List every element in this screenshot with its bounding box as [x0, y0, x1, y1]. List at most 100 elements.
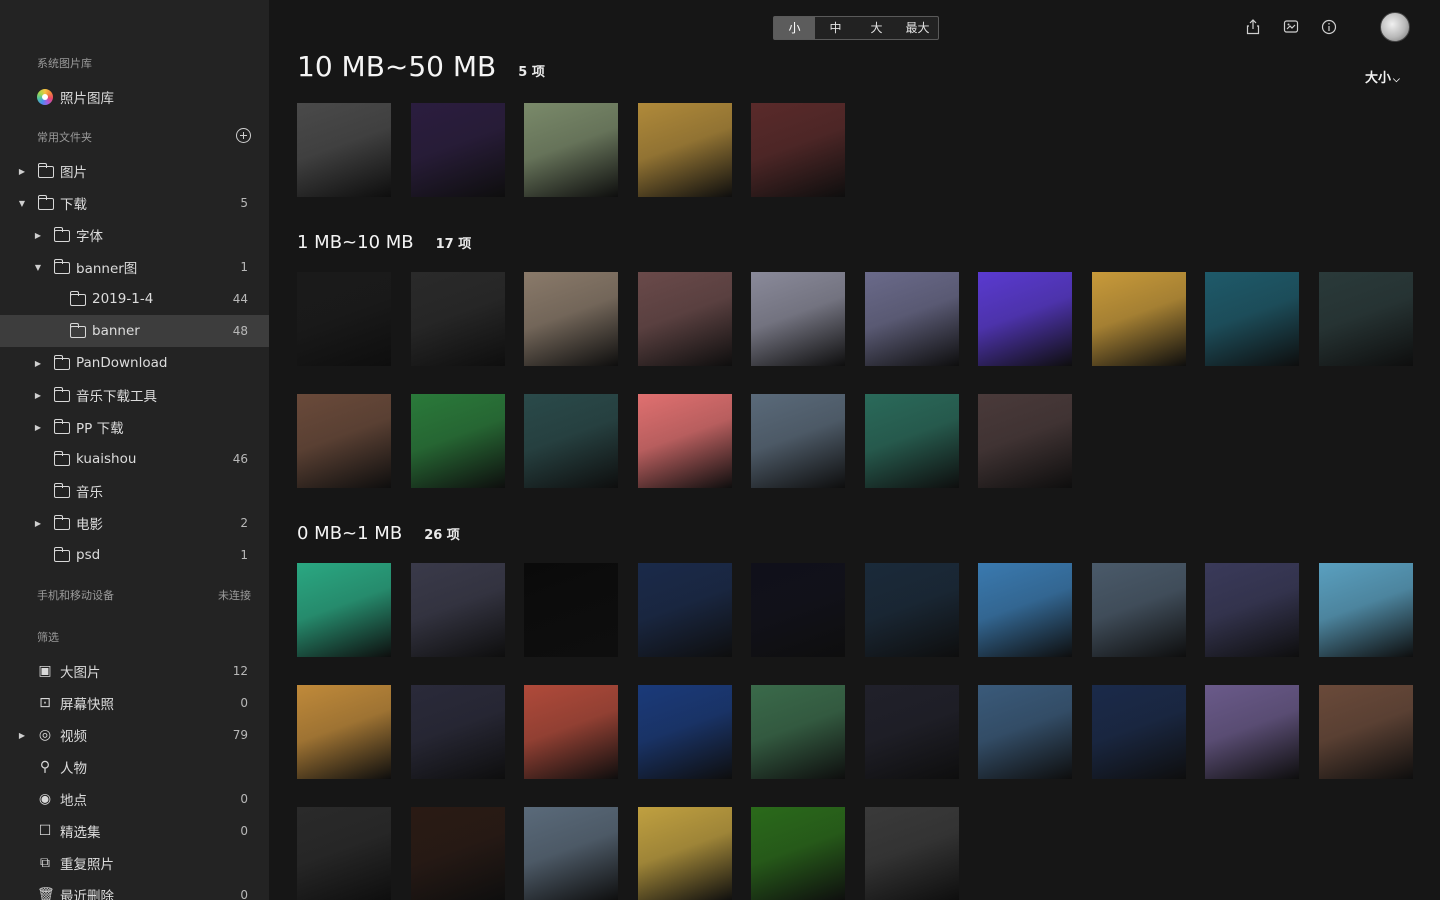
filter-label: 视频: [60, 729, 87, 745]
photo-thumbnail[interactable]: [978, 272, 1072, 366]
photo-thumbnail[interactable]: [751, 563, 845, 657]
folder-item[interactable]: psd 1: [0, 539, 269, 571]
photo-thumbnail[interactable]: [638, 103, 732, 197]
folder-icon: [53, 547, 70, 562]
photo-thumbnail[interactable]: [1092, 685, 1186, 779]
photo-thumbnail[interactable]: [638, 272, 732, 366]
filter-item[interactable]: ⊡ 屏幕快照 0: [0, 687, 269, 719]
disclosure-open-icon[interactable]: ▼: [33, 263, 43, 272]
user-avatar[interactable]: [1380, 12, 1410, 42]
folder-item[interactable]: 2019-1-4 44: [0, 283, 269, 315]
folder-item[interactable]: ▼ 下载 5: [0, 187, 269, 219]
size-option[interactable]: 小: [774, 17, 815, 39]
filter-item[interactable]: ▶ ◎ 视频 79: [0, 719, 269, 751]
photo-thumbnail[interactable]: [524, 685, 618, 779]
size-option[interactable]: 最大: [897, 17, 938, 39]
photo-thumbnail[interactable]: [1205, 685, 1299, 779]
add-folder-icon[interactable]: [236, 128, 251, 143]
filter-label: 人物: [60, 761, 87, 777]
photo-thumbnail[interactable]: [751, 394, 845, 488]
disclosure-closed-icon[interactable]: ▶: [33, 359, 43, 368]
filter-item[interactable]: ☐ 精选集 0: [0, 815, 269, 847]
slideshow-icon[interactable]: [1282, 19, 1300, 37]
photo-thumbnail[interactable]: [524, 272, 618, 366]
photo-thumbnail[interactable]: [865, 807, 959, 900]
sidebar-item-photo-library[interactable]: 照片图库: [0, 81, 269, 113]
chevron-down-icon: ⌵: [1393, 75, 1400, 85]
photo-thumbnail[interactable]: [411, 807, 505, 900]
photo-thumbnail[interactable]: [1205, 563, 1299, 657]
photo-thumbnail[interactable]: [524, 103, 618, 197]
photo-thumbnail[interactable]: [1205, 272, 1299, 366]
photo-thumbnail[interactable]: [638, 685, 732, 779]
disclosure-closed-icon[interactable]: ▶: [33, 231, 43, 240]
photo-thumbnail[interactable]: [411, 563, 505, 657]
group-count: 5 项: [518, 65, 545, 80]
photo-thumbnail[interactable]: [751, 807, 845, 900]
photo-thumbnail[interactable]: [1319, 563, 1413, 657]
size-option[interactable]: 大: [856, 17, 897, 39]
photo-thumbnail[interactable]: [524, 394, 618, 488]
folder-label: 音乐下载工具: [76, 389, 157, 405]
folder-item[interactable]: 音乐: [0, 475, 269, 507]
photo-thumbnail[interactable]: [297, 685, 391, 779]
photo-thumbnail[interactable]: [297, 563, 391, 657]
disclosure-closed-icon[interactable]: ▶: [33, 519, 43, 528]
disclosure-closed-icon[interactable]: ▶: [17, 731, 27, 740]
disclosure-closed-icon[interactable]: ▶: [17, 167, 27, 176]
photo-thumbnail[interactable]: [865, 563, 959, 657]
folder-item[interactable]: ▶ 图片: [0, 155, 269, 187]
filter-label: 最近删除: [60, 889, 114, 900]
folder-item[interactable]: ▼ banner图 1: [0, 251, 269, 283]
size-option[interactable]: 中: [815, 17, 856, 39]
disclosure-open-icon[interactable]: ▼: [17, 199, 27, 208]
filter-header: 筛选: [37, 631, 59, 644]
disclosure-closed-icon[interactable]: ▶: [33, 423, 43, 432]
photo-thumbnail[interactable]: [1092, 272, 1186, 366]
photo-thumbnail[interactable]: [638, 394, 732, 488]
photo-thumbnail[interactable]: [1319, 685, 1413, 779]
photo-thumbnail[interactable]: [638, 807, 732, 900]
photo-thumbnail[interactable]: [1319, 272, 1413, 366]
photo-thumbnail[interactable]: [978, 394, 1072, 488]
photo-thumbnail[interactable]: [978, 563, 1072, 657]
disclosure-closed-icon[interactable]: ▶: [33, 391, 43, 400]
photo-thumbnail[interactable]: [411, 272, 505, 366]
photo-thumbnail[interactable]: [1092, 563, 1186, 657]
filter-item[interactable]: ◉ 地点 0: [0, 783, 269, 815]
folder-item[interactable]: ▶ PP 下载: [0, 411, 269, 443]
photo-thumbnail[interactable]: [524, 807, 618, 900]
filter-item[interactable]: ⧉ 重复照片: [0, 847, 269, 879]
photo-thumbnail[interactable]: [297, 394, 391, 488]
folder-item[interactable]: ▶ 音乐下载工具: [0, 379, 269, 411]
photo-thumbnail[interactable]: [411, 103, 505, 197]
folder-count: 1: [240, 260, 248, 274]
info-icon[interactable]: [1320, 19, 1338, 37]
photo-thumbnail[interactable]: [638, 563, 732, 657]
photo-thumbnail[interactable]: [751, 685, 845, 779]
filter-item[interactable]: ▣ 大图片 12: [0, 655, 269, 687]
photo-thumbnail[interactable]: [978, 685, 1072, 779]
photo-thumbnail[interactable]: [865, 394, 959, 488]
photo-thumbnail[interactable]: [411, 394, 505, 488]
folder-item[interactable]: ▶ 字体: [0, 219, 269, 251]
photo-thumbnail[interactable]: [297, 272, 391, 366]
photo-thumbnail[interactable]: [751, 103, 845, 197]
folder-label: 音乐: [76, 485, 103, 501]
filter-item[interactable]: ⚲ 人物: [0, 751, 269, 783]
filter-item[interactable]: 🗑 最近删除 0: [0, 879, 269, 900]
photo-thumbnail[interactable]: [865, 272, 959, 366]
photo-thumbnail[interactable]: [411, 685, 505, 779]
sort-dropdown[interactable]: 大小 ⌵: [1365, 67, 1400, 86]
photo-thumbnail[interactable]: [297, 807, 391, 900]
folder-item[interactable]: kuaishou 46: [0, 443, 269, 475]
group-count: 26 项: [424, 528, 460, 543]
folder-item[interactable]: ▶ PanDownload: [0, 347, 269, 379]
photo-thumbnail[interactable]: [865, 685, 959, 779]
photo-thumbnail[interactable]: [297, 103, 391, 197]
folder-item[interactable]: banner 48: [0, 315, 269, 347]
photo-thumbnail[interactable]: [524, 563, 618, 657]
photo-thumbnail[interactable]: [751, 272, 845, 366]
folder-item[interactable]: ▶ 电影 2: [0, 507, 269, 539]
share-icon[interactable]: [1244, 19, 1262, 37]
